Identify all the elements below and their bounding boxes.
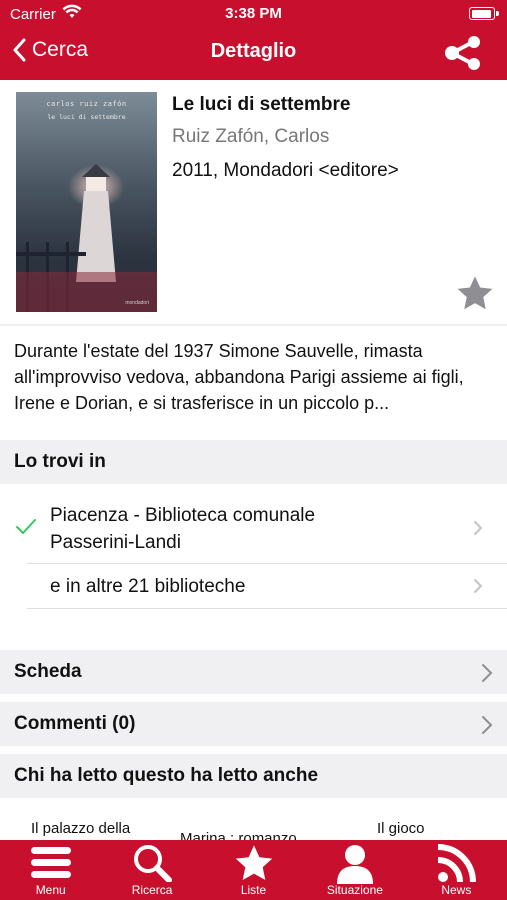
- book-abstract[interactable]: Durante l'estate del 1937 Simone Sauvell…: [14, 338, 494, 416]
- tab-menu-label: Menu: [35, 883, 66, 897]
- tab-liste[interactable]: Liste: [203, 840, 304, 900]
- divider: [27, 608, 507, 609]
- chevron-right-icon: [482, 664, 493, 682]
- search-icon: [134, 845, 173, 882]
- checkmark-icon: [16, 519, 36, 534]
- rss-icon: [438, 844, 477, 883]
- back-button[interactable]: Cerca: [12, 38, 88, 62]
- tab-situazione-label: Situazione: [326, 883, 383, 897]
- comments-row[interactable]: Commenti (0): [0, 702, 507, 746]
- related-item[interactable]: Il gioco: [377, 820, 425, 837]
- more-libraries-row[interactable]: e in altre 21 biblioteche: [0, 564, 507, 608]
- chevron-left-icon: [13, 38, 26, 62]
- cover-author-text: carlos ruiz zafón: [46, 100, 127, 108]
- battery-icon: [469, 7, 499, 20]
- cover-title-text: le luci di settembre: [47, 113, 126, 121]
- scheda-row[interactable]: Scheda: [0, 650, 507, 694]
- book-author[interactable]: Ruiz Zafón, Carlos: [172, 126, 329, 148]
- star-icon: [235, 845, 272, 880]
- tab-news-label: News: [441, 883, 472, 897]
- library-row[interactable]: Piacenza - Biblioteca comunale Passerini…: [0, 496, 507, 562]
- library-name: Piacenza - Biblioteca comunale Passerini…: [50, 505, 316, 553]
- book-edition: 2011, Mondadori <editore>: [172, 160, 399, 181]
- tab-situazione[interactable]: Situazione: [304, 840, 405, 900]
- availability-header-label: Lo trovi in: [14, 451, 106, 472]
- book-detail: carlos ruiz zafón le luci di settembre m…: [0, 80, 507, 324]
- divider: [0, 324, 507, 326]
- tab-ricerca-label: Ricerca: [131, 883, 173, 897]
- tab-bar: Menu Ricerca Liste Situazione News: [0, 840, 507, 900]
- book-title: Le luci di settembre: [172, 94, 351, 115]
- chevron-right-icon: [482, 716, 493, 734]
- related-header: Chi ha letto questo ha letto anche: [0, 754, 507, 798]
- share-icon: [445, 36, 480, 70]
- related-item[interactable]: Il palazzo della: [31, 820, 130, 837]
- tab-liste-label: Liste: [240, 883, 267, 897]
- book-cover[interactable]: carlos ruiz zafón le luci di settembre m…: [16, 92, 157, 312]
- scheda-label: Scheda: [14, 661, 82, 682]
- status-bar: Carrier 3:38 PM: [0, 0, 507, 28]
- clock: 3:38 PM: [225, 5, 282, 22]
- share-button[interactable]: [443, 36, 483, 75]
- chevron-right-icon: [474, 579, 483, 593]
- chevron-right-icon: [474, 521, 483, 535]
- related-item[interactable]: Marina : romanzo: [180, 830, 297, 840]
- cover-publisher-text: mondadori: [125, 300, 149, 306]
- more-libraries-label: e in altre 21 biblioteche: [50, 576, 246, 597]
- back-button-label: Cerca: [32, 38, 89, 61]
- related-carousel[interactable]: Il palazzo della Marina : romanzo Il gio…: [0, 812, 507, 840]
- tab-news[interactable]: News: [406, 840, 507, 900]
- comments-label: Commenti (0): [14, 713, 136, 734]
- related-header-label: Chi ha letto questo ha letto anche: [14, 765, 319, 786]
- tab-menu[interactable]: Menu: [0, 840, 101, 900]
- star-icon: [457, 276, 493, 310]
- tab-ricerca[interactable]: Ricerca: [101, 840, 202, 900]
- navigation-bar: Cerca Dettaglio: [0, 28, 507, 80]
- availability-header: Lo trovi in: [0, 440, 507, 484]
- user-icon: [336, 845, 373, 884]
- menu-icon: [30, 847, 71, 878]
- favorite-button[interactable]: [455, 275, 495, 318]
